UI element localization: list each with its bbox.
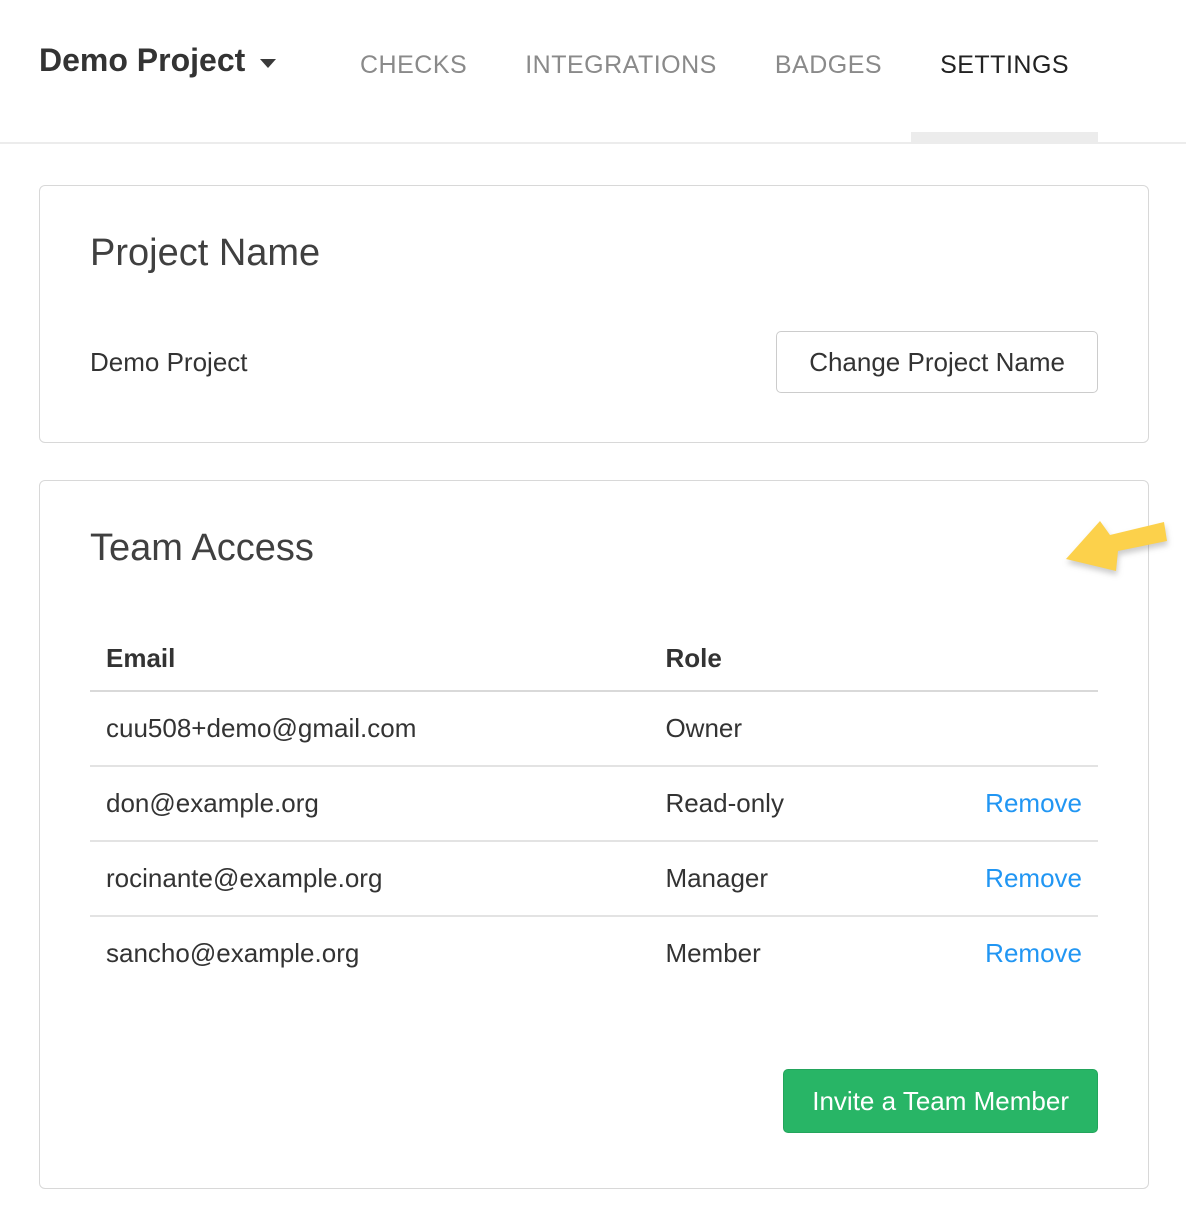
project-name-row: Demo Project Change Project Name [90, 331, 1098, 393]
tab-settings-label: SETTINGS [940, 51, 1069, 79]
invite-team-member-button[interactable]: Invite a Team Member [783, 1069, 1098, 1133]
tab-checks[interactable]: CHECKS [331, 0, 496, 142]
project-name-value: Demo Project [90, 347, 248, 393]
email-column-header: Email [90, 627, 649, 691]
project-tabs: CHECKS INTEGRATIONS BADGES SETTINGS [331, 0, 1098, 142]
remove-member-link[interactable]: Remove [985, 938, 1082, 968]
team-members-table: Email Role cuu508+demo@gmail.com Owner d… [90, 627, 1098, 990]
table-row: rocinante@example.org Manager Remove [90, 841, 1098, 916]
team-access-card: Team Access Email Role cuu508+demo@gmail… [39, 480, 1149, 1189]
tab-settings[interactable]: SETTINGS [911, 0, 1098, 142]
table-row: don@example.org Read-only Remove [90, 766, 1098, 841]
member-role: Owner [649, 691, 946, 766]
member-action-cell: Remove [947, 841, 1098, 916]
member-email: rocinante@example.org [90, 841, 649, 916]
chevron-down-icon [260, 59, 276, 68]
member-action-cell: Remove [947, 766, 1098, 841]
project-header: Demo Project CHECKS INTEGRATIONS BADGES … [0, 0, 1186, 144]
action-column-header [947, 627, 1098, 691]
team-access-card-title: Team Access [90, 525, 1098, 571]
member-action-cell: Remove [947, 916, 1098, 990]
remove-member-link[interactable]: Remove [985, 863, 1082, 893]
table-row: cuu508+demo@gmail.com Owner [90, 691, 1098, 766]
project-title: Demo Project [39, 42, 245, 79]
table-row: sancho@example.org Member Remove [90, 916, 1098, 990]
tab-badges[interactable]: BADGES [746, 0, 911, 142]
remove-member-link[interactable]: Remove [985, 788, 1082, 818]
change-project-name-button[interactable]: Change Project Name [776, 331, 1098, 393]
member-role: Read-only [649, 766, 946, 841]
role-column-header: Role [649, 627, 946, 691]
project-name-card-title: Project Name [90, 230, 1098, 276]
tab-integrations[interactable]: INTEGRATIONS [496, 0, 746, 142]
member-email: cuu508+demo@gmail.com [90, 691, 649, 766]
active-tab-indicator [911, 132, 1098, 142]
table-header-row: Email Role [90, 627, 1098, 691]
project-switcher[interactable]: Demo Project [39, 42, 276, 79]
member-email: don@example.org [90, 766, 649, 841]
member-email: sancho@example.org [90, 916, 649, 990]
settings-page: Project Name Demo Project Change Project… [39, 185, 1149, 1189]
member-role: Member [649, 916, 946, 990]
project-name-card: Project Name Demo Project Change Project… [39, 185, 1149, 443]
member-role: Manager [649, 841, 946, 916]
member-action-cell [947, 691, 1098, 766]
invite-row: Invite a Team Member [90, 1069, 1098, 1133]
